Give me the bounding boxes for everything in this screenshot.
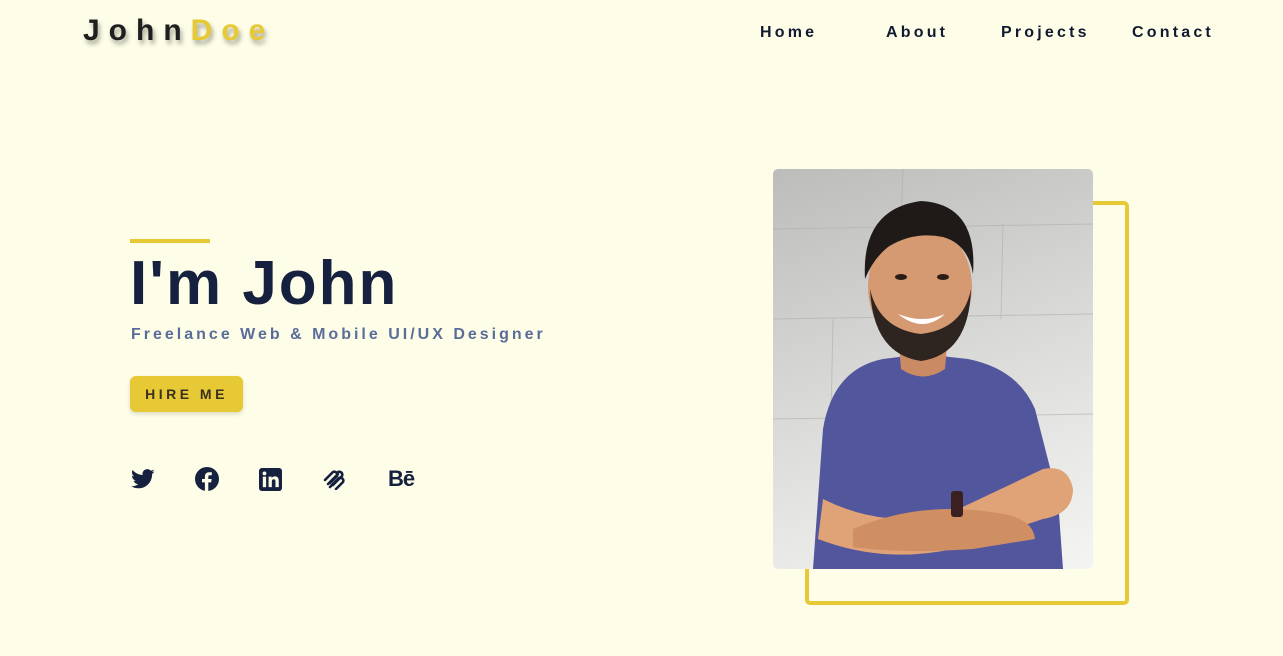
hire-me-button[interactable]: HIRE ME: [130, 376, 243, 412]
nav-projects[interactable]: Projects: [1001, 24, 1090, 42]
hero-title: I'm John: [130, 249, 399, 318]
twitter-icon[interactable]: [130, 466, 156, 492]
facebook-icon[interactable]: [194, 466, 220, 492]
title-accent-bar: [130, 239, 210, 243]
behance-icon[interactable]: Bē: [386, 466, 416, 492]
nav-contact[interactable]: Contact: [1132, 24, 1214, 42]
portrait-photo: [773, 169, 1093, 569]
hero-subtitle: Freelance Web & Mobile UI/UX Designer: [131, 326, 546, 343]
page: JohnDoe Home About Projects Contact I'm …: [0, 0, 1283, 656]
portrait-illustration: [773, 169, 1093, 569]
squarespace-icon[interactable]: [322, 466, 348, 492]
linkedin-icon[interactable]: [257, 466, 283, 492]
nav-about[interactable]: About: [886, 24, 948, 42]
main-nav: Home About Projects Contact: [0, 24, 1283, 46]
behance-label: Bē: [387, 466, 415, 491]
nav-home[interactable]: Home: [760, 24, 817, 42]
